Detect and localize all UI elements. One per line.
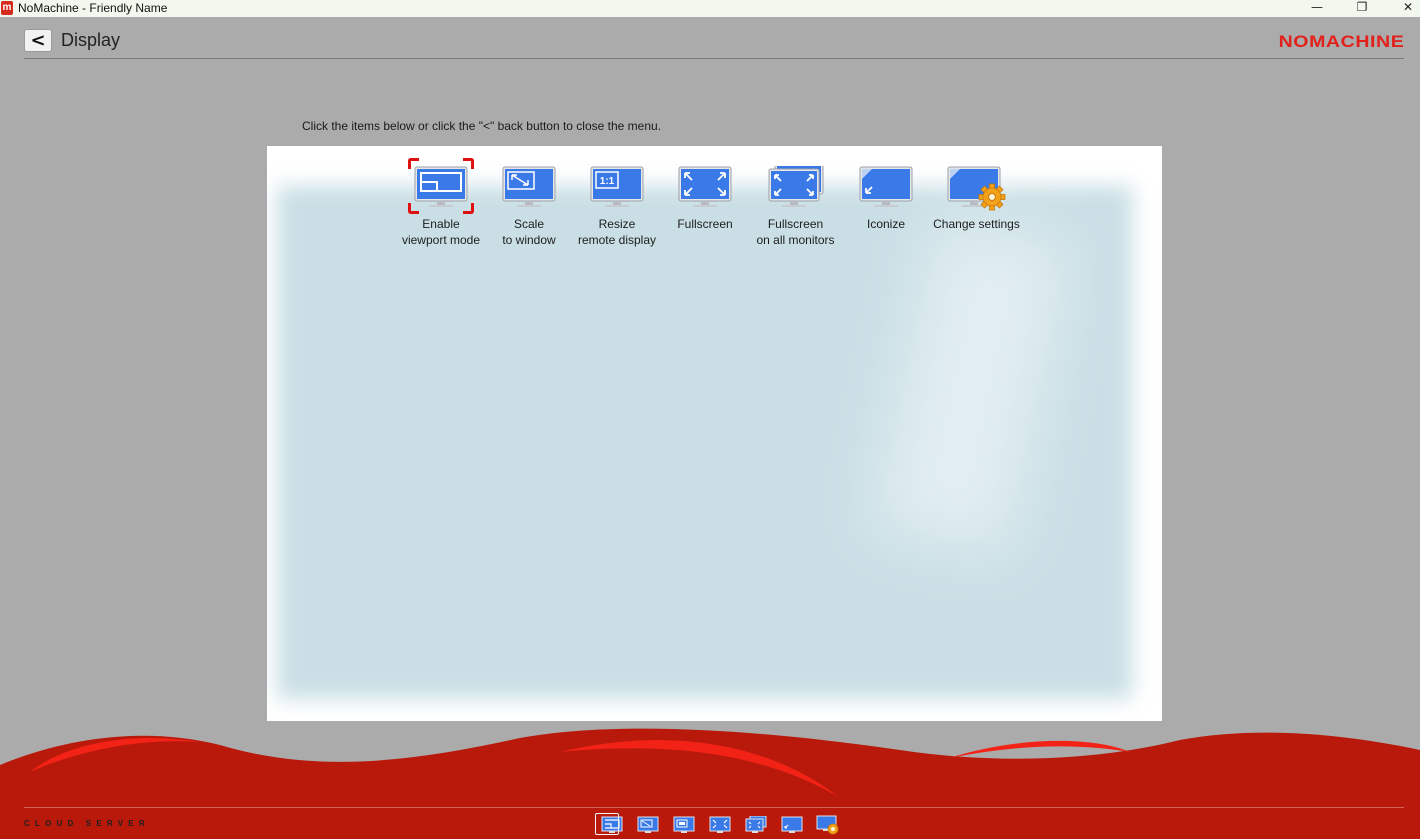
menu-item-fullscreen[interactable]: Fullscreen <box>661 158 749 248</box>
mini-iconize-button[interactable] <box>774 813 810 837</box>
page-title: Display <box>61 30 121 50</box>
selection-corner <box>408 158 419 169</box>
resize-icon: 1:1 <box>590 166 644 207</box>
menu-item-resize-remote-display[interactable]: 1:1 Resize remote display <box>573 158 661 248</box>
menu-item-label: Iconize <box>866 217 906 231</box>
header-divider <box>24 58 1404 59</box>
viewport-icon <box>414 166 468 207</box>
mini-fullscreen-button[interactable] <box>702 813 738 837</box>
selection-corner <box>408 203 419 214</box>
menu-item-iconize[interactable]: Iconize <box>842 158 930 248</box>
selection-corner <box>463 158 474 169</box>
nomachine-logo: NOMACHINE <box>1278 32 1404 51</box>
menu-item-change-settings[interactable]: Change settings <box>930 158 1023 248</box>
fullscreen-all-icon <box>745 816 767 833</box>
menu-item-label: Scale <box>513 217 545 231</box>
fullscreen-all-icon <box>768 166 823 207</box>
selection-indicator <box>595 813 619 835</box>
menu-item-label: Resize <box>598 217 636 231</box>
mini-viewport-button[interactable] <box>594 813 630 837</box>
menu-item-sublabel: remote display <box>577 233 657 247</box>
menu-item-label: Change settings <box>933 217 1020 231</box>
back-button[interactable]: < <box>24 29 52 52</box>
back-chevron-icon: < <box>30 29 46 51</box>
menu-hint: Click the items below or click the "<" b… <box>302 119 662 133</box>
display-menu: Enable viewport mode Scale to window 1:1… <box>397 158 1023 248</box>
window-title: NoMachine - Friendly Name <box>18 1 168 15</box>
display-menu-panel: Enable viewport mode Scale to window 1:1… <box>267 146 1162 721</box>
footer-display-toolbar <box>594 813 846 837</box>
menu-item-label: Enable <box>422 217 460 231</box>
fullscreen-icon <box>678 166 732 207</box>
menu-item-fullscreen-all-monitors[interactable]: Fullscreen on all monitors <box>749 158 842 248</box>
footer-divider <box>24 807 1404 808</box>
mini-resize-button[interactable] <box>666 813 702 837</box>
fullscreen-icon <box>709 816 731 833</box>
menu-item-label: Fullscreen <box>767 217 824 231</box>
resize-ratio-badge: 1:1 <box>600 176 615 187</box>
menu-item-sublabel: to window <box>502 233 556 247</box>
menu-item-scale-to-window[interactable]: Scale to window <box>485 158 573 248</box>
settings-icon <box>816 815 839 835</box>
scale-icon <box>502 166 556 207</box>
mini-scale-button[interactable] <box>630 813 666 837</box>
settings-icon <box>947 166 1005 211</box>
resize-icon <box>673 816 695 833</box>
nomachine-app-icon: m <box>1 1 13 15</box>
menu-item-sublabel: viewport mode <box>401 233 481 247</box>
mini-settings-button[interactable] <box>810 813 846 837</box>
menu-item-viewport-mode[interactable]: Enable viewport mode <box>397 158 485 248</box>
mini-fullscreen-all-button[interactable] <box>738 813 774 837</box>
menu-item-label: Fullscreen <box>677 217 733 231</box>
iconize-icon <box>859 166 913 207</box>
window-title-bar: m NoMachine - Friendly Name — ❐ ✕ <box>0 0 1420 17</box>
iconize-icon <box>781 816 803 833</box>
close-button[interactable]: ✕ <box>1388 0 1420 17</box>
minimize-button[interactable]: — <box>1297 0 1337 17</box>
menu-item-sublabel: on all monitors <box>756 233 835 247</box>
restore-button[interactable]: ❐ <box>1342 0 1382 17</box>
product-edition-label: CLOUD SERVER <box>24 819 150 828</box>
selection-corner <box>463 203 474 214</box>
scale-icon <box>637 816 659 833</box>
gear-icon <box>978 183 1005 211</box>
